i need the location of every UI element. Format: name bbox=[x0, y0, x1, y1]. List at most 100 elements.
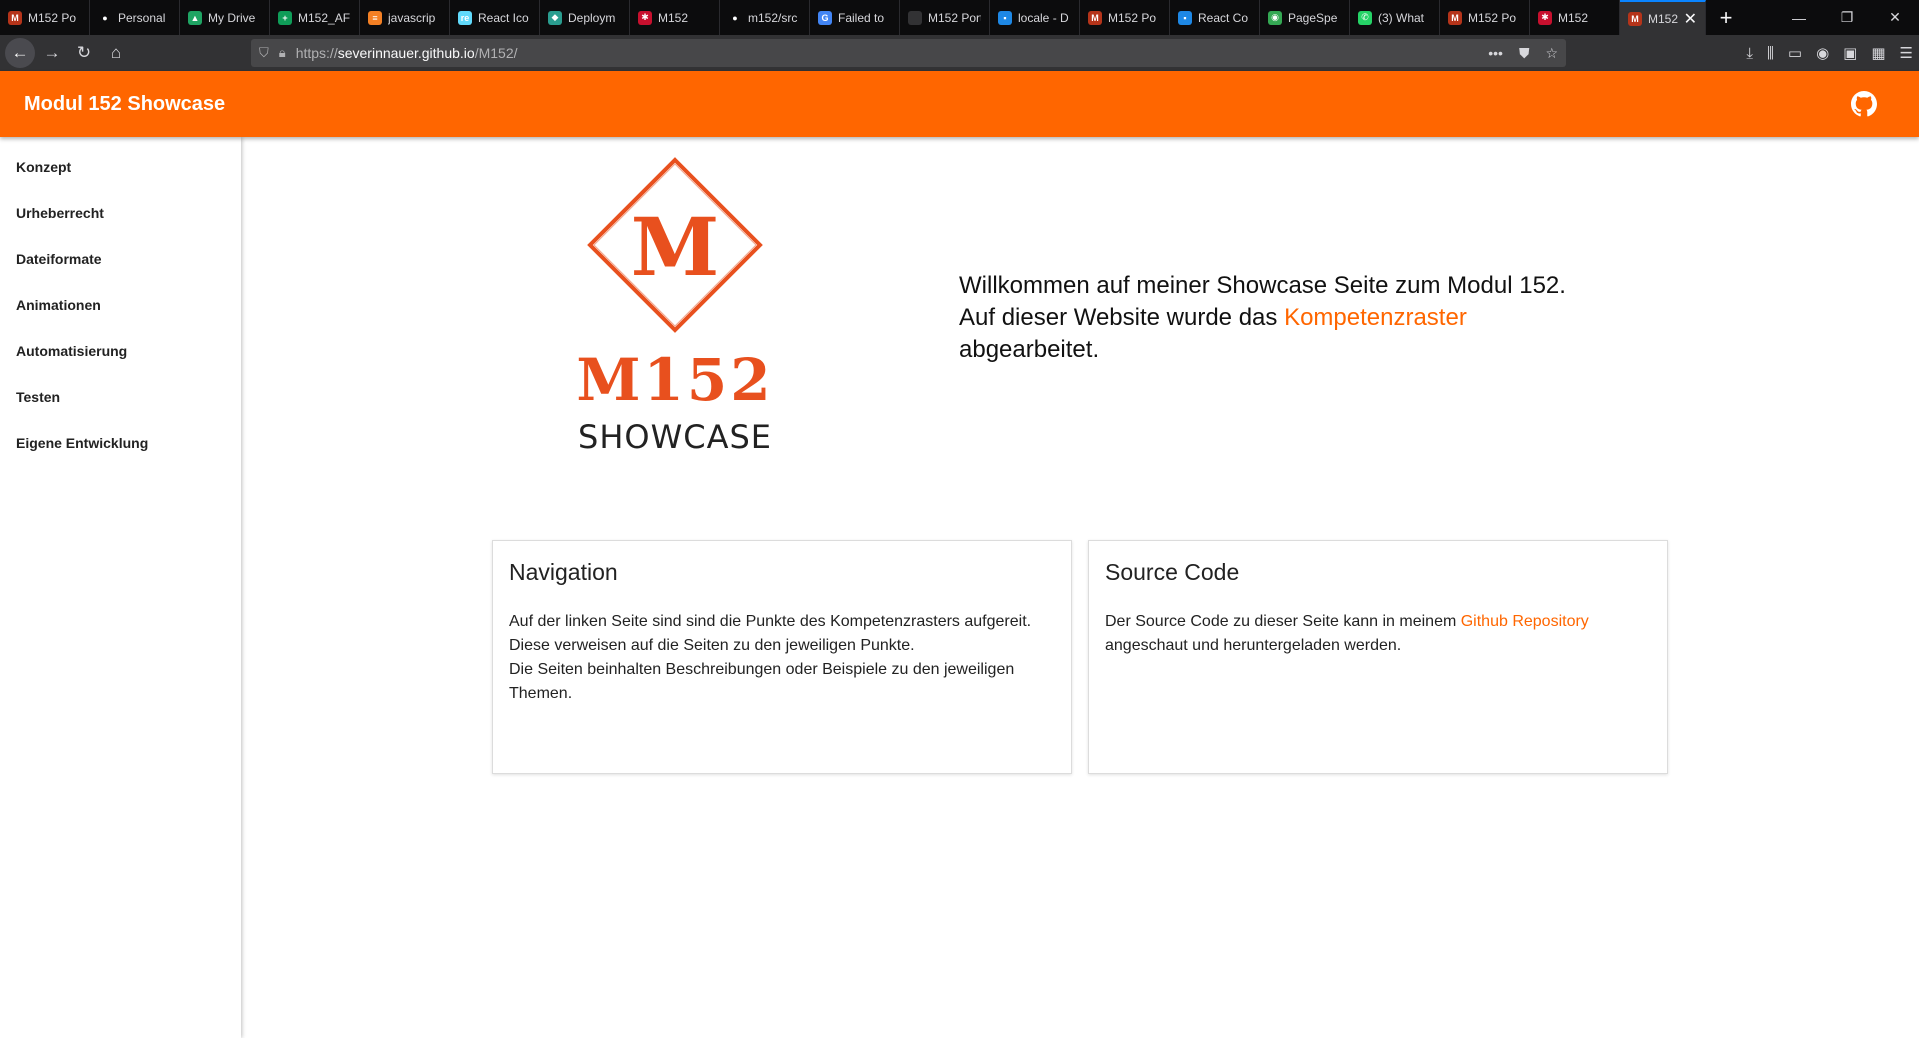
url-path: /M152/ bbox=[474, 45, 518, 61]
close-window-icon[interactable]: ✕ bbox=[1871, 0, 1919, 35]
browser-toolbar: ⤓ ⫼ ▭ ◉ ▣ ▦ ☰ bbox=[1746, 39, 1913, 67]
tab-favicon-icon: M bbox=[1628, 11, 1642, 26]
tab-favicon-icon: ● bbox=[102, 12, 108, 23]
tab-title: M152 Po bbox=[28, 10, 77, 25]
sidebar-item-automatisierung[interactable]: Automatisierung bbox=[0, 328, 241, 374]
browser-tab[interactable]: M M152 Po bbox=[1080, 0, 1170, 35]
menu-icon[interactable]: ☰ bbox=[1900, 44, 1913, 62]
sidebar-item-urheberrecht[interactable]: Urheberrecht bbox=[0, 190, 241, 236]
home-icon: ⌂ bbox=[110, 43, 122, 62]
browser-tab[interactable]: M152 Portfol bbox=[900, 0, 990, 35]
page-actions-icon[interactable]: ••• bbox=[1488, 45, 1503, 62]
sidebar: Konzept Urheberrecht Dateiformate Animat… bbox=[0, 137, 241, 1038]
browser-tab-active[interactable]: M M152 ✕ bbox=[1620, 0, 1706, 35]
tab-favicon-icon: re bbox=[458, 10, 472, 25]
browser-tab[interactable]: ● Personal bbox=[90, 0, 180, 35]
extension-icon[interactable]: ▣ bbox=[1843, 44, 1857, 62]
arrow-right-icon: → bbox=[43, 43, 61, 62]
source-code-card-text: Der Source Code zu dieser Seite kann in … bbox=[1105, 610, 1651, 658]
restore-icon[interactable]: ❐ bbox=[1823, 0, 1871, 35]
kompetenzraster-link[interactable]: Kompetenzraster bbox=[1284, 304, 1467, 331]
browser-tab[interactable]: ▲ My Drive bbox=[180, 0, 270, 35]
download-icon[interactable]: ⤓ bbox=[1746, 45, 1753, 62]
welcome-text: Willkommen auf meiner Showcase Seite zum… bbox=[959, 270, 1579, 366]
tab-title: My Drive bbox=[208, 10, 256, 25]
browser-tab[interactable]: G Failed to bbox=[810, 0, 900, 35]
github-icon[interactable] bbox=[1851, 91, 1877, 117]
browser-tab[interactable]: + M152_AF bbox=[270, 0, 360, 35]
tab-favicon-icon: ◉ bbox=[1268, 10, 1282, 25]
tab-title: (3) What bbox=[1378, 10, 1425, 25]
url-host: severinnauer.github.io bbox=[337, 45, 475, 61]
extension-badge-icon[interactable]: ▦ bbox=[1871, 44, 1885, 62]
welcome-line-2: Auf dieser Website wurde das Kompetenzra… bbox=[959, 302, 1579, 334]
page-title[interactable]: Modul 152 Showcase bbox=[24, 93, 225, 116]
navigation-card: Navigation Auf der linken Seite sind sin… bbox=[492, 540, 1072, 774]
browser-tab[interactable]: ✱ M152 bbox=[630, 0, 720, 35]
sidebar-item-eigene-entwicklung[interactable]: Eigene Entwicklung bbox=[0, 420, 241, 466]
navigation-card-line-3: Die Seiten beinhalten Beschreibungen ode… bbox=[509, 661, 1015, 702]
source-code-card-prefix: Der Source Code zu dieser Seite kann in … bbox=[1105, 613, 1461, 630]
reload-button[interactable]: ↻ bbox=[69, 38, 99, 68]
home-button[interactable]: ⌂ bbox=[101, 38, 131, 68]
pocket-icon[interactable]: ⛊ bbox=[1519, 45, 1530, 62]
back-button[interactable]: ← bbox=[5, 38, 35, 68]
tab-favicon-icon: ▲ bbox=[188, 10, 202, 25]
github-repository-link[interactable]: Github Repository bbox=[1461, 613, 1589, 630]
browser-tab[interactable]: ◆ Deploym bbox=[540, 0, 630, 35]
source-code-card: Source Code Der Source Code zu dieser Se… bbox=[1088, 540, 1668, 774]
tab-title: M152 Portfol bbox=[928, 10, 981, 25]
tab-title: M152 bbox=[1648, 11, 1678, 26]
tab-title: M152_AF bbox=[298, 10, 351, 25]
source-code-card-suffix: angeschaut und heruntergeladen werden. bbox=[1105, 637, 1402, 654]
browser-tab[interactable]: M M152 Po bbox=[0, 0, 90, 35]
shield-icon[interactable]: ⛉ bbox=[259, 45, 269, 61]
browser-tab[interactable]: ✱ M152 bbox=[1530, 0, 1620, 35]
new-tab-button[interactable]: + bbox=[1706, 0, 1746, 35]
tab-favicon-icon: ✱ bbox=[638, 10, 652, 25]
navigation-card-title: Navigation bbox=[509, 559, 618, 585]
source-code-card-title: Source Code bbox=[1105, 559, 1240, 585]
browser-tab[interactable]: ✆ (3) What bbox=[1350, 0, 1440, 35]
browser-tab[interactable]: M M152 Po bbox=[1440, 0, 1530, 35]
forward-button[interactable]: → bbox=[37, 38, 67, 68]
browser-tab[interactable]: ▪ React Co bbox=[1170, 0, 1260, 35]
account-icon[interactable]: ◉ bbox=[1816, 44, 1829, 62]
tab-favicon-icon: ▪ bbox=[998, 10, 1012, 25]
sidebar-item-dateiformate[interactable]: Dateiformate bbox=[0, 236, 241, 282]
reload-icon: ↻ bbox=[76, 43, 92, 62]
bookmark-star-icon[interactable]: ☆ bbox=[1545, 45, 1558, 62]
tab-favicon-icon: ▪ bbox=[1178, 10, 1192, 25]
tab-favicon-icon: M bbox=[8, 10, 22, 25]
browser-tab[interactable]: ◉ PageSpe bbox=[1260, 0, 1350, 35]
tab-favicon-icon: M bbox=[1088, 10, 1102, 25]
tab-close-icon[interactable]: ✕ bbox=[1684, 9, 1697, 29]
welcome-line-2-prefix: Auf dieser Website wurde das bbox=[959, 304, 1285, 331]
browser-tab[interactable]: ≡ javascrip bbox=[360, 0, 450, 35]
url-bar[interactable]: ⛉ 🔒︎ https:// severinnauer.github.io /M1… bbox=[251, 39, 1566, 67]
sidebar-item-konzept[interactable]: Konzept bbox=[0, 144, 241, 190]
app-header: Modul 152 Showcase bbox=[0, 71, 1919, 137]
minimize-icon[interactable]: — bbox=[1775, 0, 1823, 35]
tab-favicon-icon bbox=[908, 10, 922, 25]
tab-favicon-icon: ✆ bbox=[1358, 10, 1372, 25]
window-controls: — ❐ ✕ bbox=[1775, 0, 1919, 35]
logo-letter: M bbox=[631, 200, 720, 294]
library-icon[interactable]: ⫼ bbox=[1767, 45, 1774, 62]
sidebar-toggle-icon[interactable]: ▭ bbox=[1788, 44, 1802, 62]
logo-subtitle: SHOWCASE bbox=[578, 418, 772, 456]
tab-title: React Ico bbox=[478, 10, 529, 25]
logo-number: M152 bbox=[576, 346, 773, 414]
tab-title: M152 Po bbox=[1468, 10, 1517, 25]
sidebar-item-animationen[interactable]: Animationen bbox=[0, 282, 241, 328]
tab-title: M152 bbox=[658, 10, 689, 25]
navigation-card-text: Auf der linken Seite sind sind die Punkt… bbox=[509, 610, 1055, 706]
navigation-card-line-2: Diese verweisen auf die Seiten zu den je… bbox=[509, 637, 915, 654]
sidebar-item-testen[interactable]: Testen bbox=[0, 374, 241, 420]
tab-title: M152 Po bbox=[1108, 10, 1157, 25]
browser-tab[interactable]: re React Ico bbox=[450, 0, 540, 35]
browser-tab[interactable]: ▪ locale - D bbox=[990, 0, 1080, 35]
tab-title: javascrip bbox=[388, 10, 436, 25]
browser-tab[interactable]: ● m152/src bbox=[720, 0, 810, 35]
lock-icon[interactable]: 🔒︎ bbox=[279, 45, 286, 61]
